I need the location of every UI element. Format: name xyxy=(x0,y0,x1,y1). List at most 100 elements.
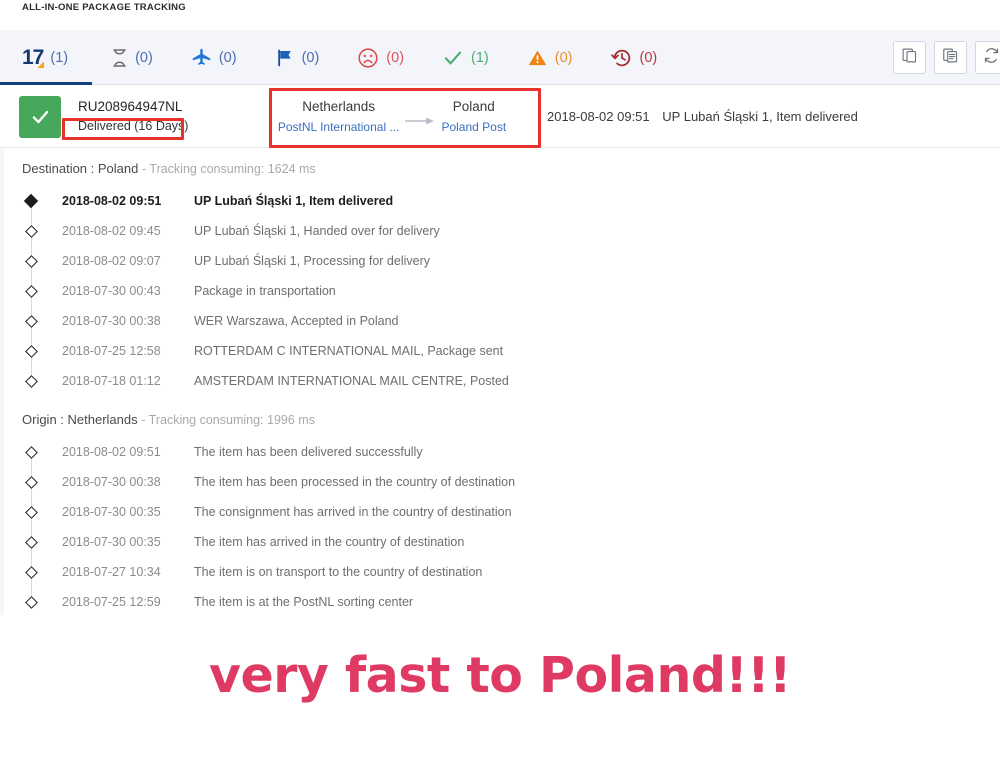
brand-bar: ALL-IN-ONE PACKAGE TRACKING xyxy=(0,0,1000,30)
tab-expired[interactable]: (0) xyxy=(592,30,677,85)
tab-all-count: (1) xyxy=(50,49,69,66)
sad-face-icon xyxy=(357,47,379,69)
event-time: 2018-07-25 12:59 xyxy=(62,595,161,609)
package-summary-row[interactable]: RU208964947NL Delivered (16 Days) Nether… xyxy=(0,86,1000,148)
event-description: WER Warszawa, Accepted in Poland xyxy=(194,314,399,328)
tab-pending[interactable]: (0) xyxy=(92,30,172,85)
timeline-dot-icon xyxy=(24,445,38,459)
event-time: 2018-07-27 10:34 xyxy=(62,565,161,579)
tracking-number[interactable]: RU208964947NL xyxy=(78,97,253,117)
timeline-dot-icon xyxy=(24,314,38,328)
event-time: 2018-08-02 09:51 xyxy=(62,194,162,208)
event-time: 2018-08-02 09:45 xyxy=(62,224,161,238)
copy-button[interactable] xyxy=(893,41,926,74)
event-description: The consignment has arrived in the count… xyxy=(194,505,512,519)
origin-heading-text: Origin : Netherlands xyxy=(22,412,138,427)
timeline-dot-icon xyxy=(24,565,38,579)
event-description: ROTTERDAM C INTERNATIONAL MAIL, Package … xyxy=(194,344,504,358)
timeline-event: 2018-08-02 09:51 The item has been delive… xyxy=(0,437,1000,482)
timeline-event: 2018-07-30 00:38 WER Warszawa, Accepted i… xyxy=(0,291,1000,351)
event-description: UP Lubań Śląski 1, Processing for delive… xyxy=(194,254,430,268)
plane-icon xyxy=(191,47,212,68)
origin-timing: - Tracking consuming: 1996 ms xyxy=(141,413,315,427)
17track-logo-icon: 17 xyxy=(22,46,44,69)
origin-section-heading: Origin : Netherlands - Tracking consumin… xyxy=(0,396,1000,437)
latest-event-desc: UP Lubań Śląski 1, Item delivered xyxy=(662,109,858,124)
package-identity: RU208964947NL Delivered (16 Days) xyxy=(78,97,253,135)
event-description: Package in transportation xyxy=(194,284,336,298)
timeline-dot-icon xyxy=(24,224,38,238)
event-time: 2018-07-30 00:38 xyxy=(62,314,161,328)
event-time: 2018-07-25 12:58 xyxy=(62,344,161,358)
check-icon xyxy=(442,48,464,68)
timeline-event: 2018-07-30 00:43 Package in transportatio… xyxy=(0,261,1000,321)
timeline-event: 2018-08-02 09:51 UP Lubań Śląski 1, Item … xyxy=(0,186,1000,231)
timeline-dot-icon xyxy=(24,535,38,549)
timeline-event: 2018-07-27 10:34 The item is on transport… xyxy=(0,542,1000,602)
brand-title: ALL-IN-ONE PACKAGE TRACKING xyxy=(22,2,186,13)
tab-alert[interactable]: (0) xyxy=(508,30,592,85)
timeline-event: 2018-08-02 09:45 UP Lubań Śląski 1, Hande… xyxy=(0,201,1000,261)
timeline-event: 2018-07-30 00:38 The item has been proces… xyxy=(0,452,1000,512)
tab-delivered[interactable]: (1) xyxy=(423,30,508,85)
origin-event-list: 2018-08-02 09:51 The item has been delive… xyxy=(0,437,1000,615)
event-description: The item has been processed in the count… xyxy=(194,475,516,489)
timeline-dot-icon xyxy=(24,254,38,268)
tab-undelivered-count: (0) xyxy=(386,49,405,66)
timeline-dot-icon xyxy=(24,475,38,489)
tab-all[interactable]: 17 (1) xyxy=(0,30,93,85)
timeline-event: 2018-07-25 12:59 The item is at the PostN… xyxy=(0,572,1000,615)
app-window: ALL-IN-ONE PACKAGE TRACKING 17 (1) (0) (… xyxy=(0,0,1000,773)
event-description: The item has been delivered successfully xyxy=(194,445,423,459)
copy-icon xyxy=(901,47,918,69)
status-badge xyxy=(19,95,61,138)
event-time: 2018-08-02 09:51 xyxy=(62,445,161,459)
latest-event-time: 2018-08-02 09:51 xyxy=(547,109,650,124)
destination-carrier[interactable]: Poland Post xyxy=(441,118,506,136)
tab-transit-count: (0) xyxy=(218,49,237,66)
event-description: The item has arrived in the country of d… xyxy=(194,535,465,549)
caption-overlay: very fast to Poland!!! xyxy=(0,615,1000,773)
warning-icon xyxy=(527,48,548,68)
tab-pickup-count: (0) xyxy=(301,49,320,66)
tab-alert-count: (0) xyxy=(554,49,573,66)
timeline-dot-icon xyxy=(24,595,38,609)
timeline-event: 2018-07-25 12:58 ROTTERDAM C INTERNATIONA… xyxy=(0,321,1000,381)
caption-text: very fast to Poland!!! xyxy=(209,647,791,704)
flag-icon xyxy=(275,48,295,68)
event-description: AMSTERDAM INTERNATIONAL MAIL CENTRE, Pos… xyxy=(194,374,509,388)
tab-undelivered[interactable]: (0) xyxy=(338,30,423,85)
event-description: The item is at the PostNL sorting center xyxy=(194,595,414,609)
status-tab-bar: 17 (1) (0) (0) (0) (0) (1) (0) (0) xyxy=(0,30,1000,85)
route-arrow-icon xyxy=(405,103,435,131)
tab-expired-count: (0) xyxy=(639,49,658,66)
copy-details-button[interactable] xyxy=(934,41,967,74)
refresh-icon xyxy=(983,47,1000,69)
origin-carrier[interactable]: PostNL International ... xyxy=(278,118,400,136)
timeline-dot-icon xyxy=(24,505,38,519)
hourglass-icon xyxy=(111,48,128,68)
timeline-dot-icon xyxy=(24,344,38,358)
timeline-event: 2018-07-18 01:12 AMSTERDAM INTERNATIONAL … xyxy=(0,351,1000,396)
destination-heading-text: Destination : Poland xyxy=(22,161,139,176)
timeline-event: 2018-07-30 00:35 The item has arrived in … xyxy=(0,512,1000,572)
timeline-marker xyxy=(0,351,62,396)
latest-event: 2018-08-02 09:51 UP Lubań Śląski 1, Item… xyxy=(547,109,858,124)
route-origin: Netherlands PostNL International ... xyxy=(278,97,400,135)
tab-pickup[interactable]: (0) xyxy=(256,30,339,85)
tab-transit[interactable]: (0) xyxy=(172,30,256,85)
timeline-dot-current-icon xyxy=(23,193,39,209)
origin-country: Netherlands xyxy=(302,99,376,115)
refresh-button[interactable] xyxy=(975,41,1000,74)
timeline-marker xyxy=(0,572,62,615)
destination-section-heading: Destination : Poland - Tracking consumin… xyxy=(0,149,1000,186)
timeline-dot-icon xyxy=(24,374,38,388)
event-time: 2018-07-30 00:38 xyxy=(62,475,161,489)
route-destination: Poland Poland Post xyxy=(441,97,506,135)
brand-divider xyxy=(168,0,169,9)
check-icon xyxy=(32,110,48,123)
event-description: UP Lubań Śląski 1, Handed over for deliv… xyxy=(194,224,440,238)
toolbar-actions xyxy=(893,41,1000,74)
event-description: The item is on transport to the country … xyxy=(194,565,483,579)
destination-country: Poland xyxy=(452,99,495,115)
